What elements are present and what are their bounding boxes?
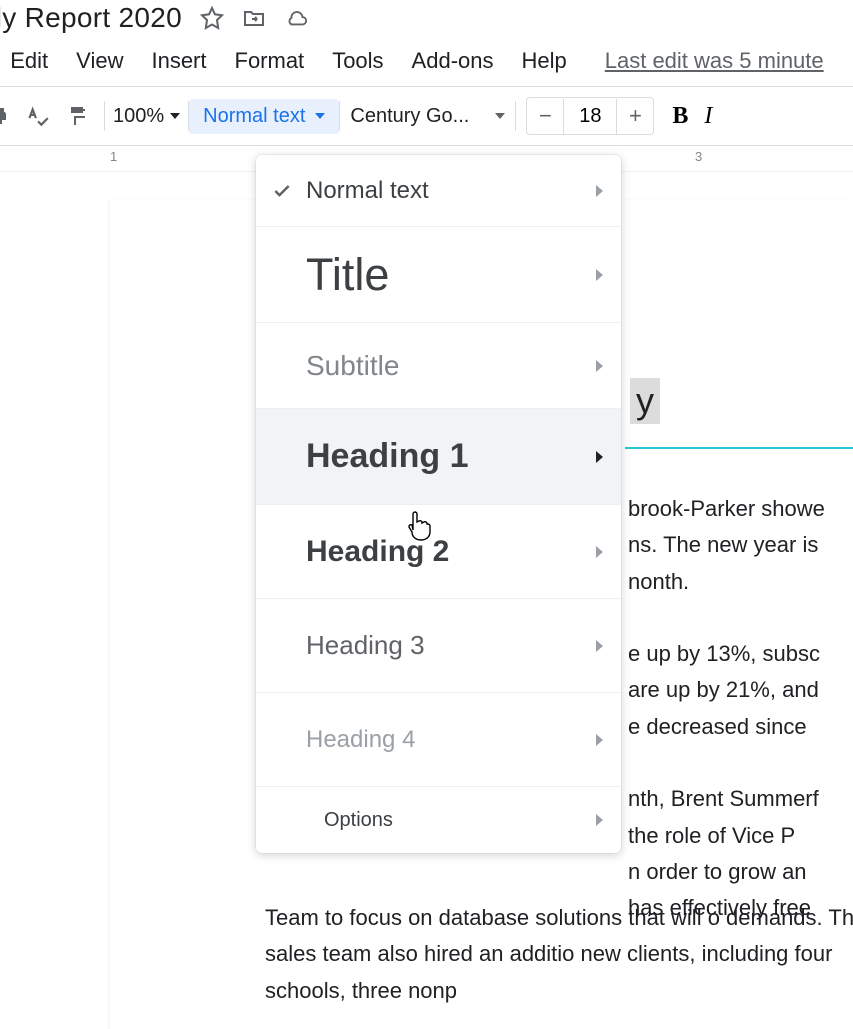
submenu-arrow-icon	[596, 451, 603, 463]
style-label: Subtitle	[306, 350, 596, 382]
menu-format[interactable]: Format	[235, 48, 305, 74]
style-label: Normal text	[203, 105, 305, 128]
style-option-subtitle[interactable]: Subtitle	[256, 323, 621, 409]
style-option-heading4[interactable]: Heading 4	[256, 693, 621, 787]
style-option-title[interactable]: Title	[256, 227, 621, 323]
submenu-arrow-icon	[596, 360, 603, 372]
submenu-arrow-icon	[596, 546, 603, 558]
font-size-group: − 18 +	[526, 97, 654, 135]
ruler-mark: 3	[695, 149, 702, 164]
menu-tools[interactable]: Tools	[332, 48, 383, 74]
paragraph-style-menu: Normal text Title Subtitle Heading 1 Hea…	[256, 155, 621, 853]
heading-underline	[625, 447, 853, 449]
style-label: Heading 4	[306, 726, 596, 754]
style-option-heading1[interactable]: Heading 1	[256, 409, 621, 505]
font-dropdown[interactable]: Century Go...	[340, 99, 515, 134]
style-label: Heading 2	[306, 535, 596, 569]
menu-edit[interactable]: Edit	[10, 48, 48, 74]
font-label: Century Go...	[350, 105, 485, 128]
selected-heading-text[interactable]: y	[630, 378, 660, 424]
last-edit-link[interactable]: Last edit was 5 minute	[605, 48, 824, 74]
style-label: Heading 1	[306, 437, 596, 476]
style-label: Title	[306, 249, 596, 301]
bold-button[interactable]: B	[672, 103, 688, 130]
chevron-down-icon	[315, 113, 325, 119]
body-text-lower[interactable]: Team to focus on database solutions that…	[265, 900, 853, 1009]
chevron-down-icon	[495, 113, 505, 119]
submenu-arrow-icon	[596, 640, 603, 652]
paint-format-icon[interactable]	[62, 101, 92, 131]
document-title[interactable]: onthly Report 2020	[0, 2, 182, 34]
menu-help[interactable]: Help	[522, 48, 567, 74]
menu-addons[interactable]: Add-ons	[412, 48, 494, 74]
style-option-heading3[interactable]: Heading 3	[256, 599, 621, 693]
submenu-arrow-icon	[596, 269, 603, 281]
title-bar: onthly Report 2020	[0, 0, 853, 42]
font-size-value[interactable]: 18	[563, 99, 617, 134]
move-folder-icon[interactable]	[242, 6, 266, 30]
style-option-normal[interactable]: Normal text	[256, 155, 621, 227]
separator	[515, 101, 516, 131]
increase-size-button[interactable]: +	[617, 98, 653, 134]
style-option-heading2[interactable]: Heading 2	[256, 505, 621, 599]
print-icon[interactable]	[0, 101, 12, 131]
cloud-icon[interactable]	[284, 6, 308, 30]
submenu-arrow-icon	[596, 185, 603, 197]
style-label: Options	[324, 809, 596, 832]
paragraph-style-dropdown[interactable]: Normal text	[189, 99, 339, 134]
chevron-down-icon	[170, 113, 180, 119]
check-icon	[272, 181, 306, 201]
menu-insert[interactable]: Insert	[151, 48, 206, 74]
toolbar: 100% Normal text Century Go... − 18 + B …	[0, 86, 853, 146]
menu-bar: e Edit View Insert Format Tools Add-ons …	[0, 42, 853, 86]
star-icon[interactable]	[200, 6, 224, 30]
submenu-arrow-icon	[596, 814, 603, 826]
zoom-value: 100%	[113, 105, 164, 128]
body-text[interactable]: brook-Parker showe ns. The new year is n…	[628, 491, 853, 927]
spellcheck-icon[interactable]	[22, 101, 52, 131]
style-label: Normal text	[306, 177, 596, 205]
decrease-size-button[interactable]: −	[527, 98, 563, 134]
italic-button[interactable]: I	[704, 103, 712, 130]
style-label: Heading 3	[306, 630, 596, 661]
ruler-mark: 1	[110, 149, 117, 164]
submenu-arrow-icon	[596, 734, 603, 746]
zoom-dropdown[interactable]: 100%	[105, 105, 188, 128]
style-options[interactable]: Options	[256, 787, 621, 853]
menu-view[interactable]: View	[76, 48, 123, 74]
